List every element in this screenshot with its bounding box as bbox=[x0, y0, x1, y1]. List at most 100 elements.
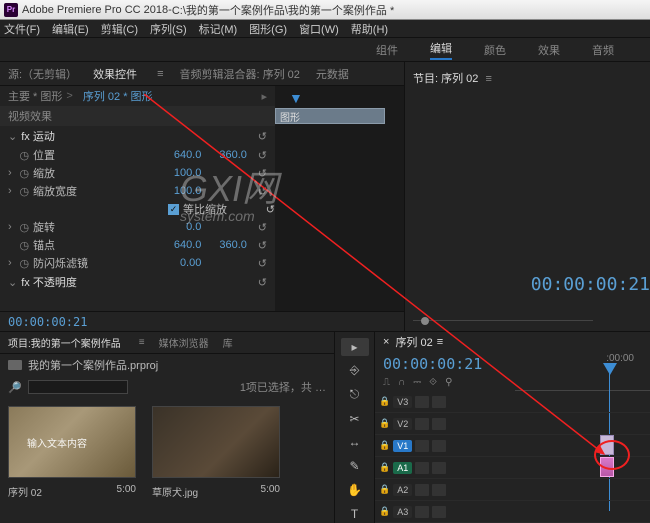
sync-icon[interactable] bbox=[432, 440, 446, 452]
track-a3[interactable]: A3 bbox=[393, 506, 412, 518]
track-v3[interactable]: V3 bbox=[393, 396, 412, 408]
solo-icon[interactable] bbox=[432, 462, 446, 474]
lock-icon[interactable]: 🔒 bbox=[379, 418, 390, 429]
position-y[interactable]: 360.0 bbox=[219, 149, 257, 161]
tab-effect-controls[interactable]: 效果控件 bbox=[93, 66, 137, 82]
twirl-icon[interactable]: › bbox=[8, 167, 20, 179]
tab-program[interactable]: 节目: 序列 02 bbox=[413, 73, 478, 85]
tab-media-browser[interactable]: 媒体浏览器 bbox=[159, 335, 209, 350]
stopwatch-icon[interactable]: ◷ bbox=[20, 149, 33, 162]
track-a2[interactable]: A2 bbox=[393, 484, 412, 496]
rotation-v[interactable]: 0.0 bbox=[163, 221, 201, 233]
audio-clip[interactable] bbox=[600, 457, 614, 477]
fx-seq-link[interactable]: 序列 02 * 图形 bbox=[83, 88, 153, 104]
panel-menu-icon[interactable]: ≡ bbox=[437, 336, 443, 348]
track-v2[interactable]: V2 bbox=[393, 418, 412, 430]
track-a1[interactable]: A1 bbox=[393, 462, 412, 474]
mute-icon[interactable] bbox=[415, 506, 429, 518]
search-input[interactable] bbox=[28, 380, 128, 394]
lock-icon[interactable]: 🔒 bbox=[379, 440, 390, 451]
menu-edit[interactable]: 编辑(E) bbox=[52, 21, 89, 37]
twirl-icon[interactable]: ⌄ bbox=[8, 276, 17, 289]
out-point-icon[interactable] bbox=[421, 317, 429, 325]
track-v1[interactable]: V1 bbox=[393, 440, 412, 452]
eye-icon[interactable] bbox=[415, 418, 429, 430]
solo-icon[interactable] bbox=[432, 484, 446, 496]
mini-clip[interactable]: 图形 bbox=[275, 108, 385, 124]
search-icon[interactable]: 🔎 bbox=[8, 381, 22, 394]
sync-icon[interactable] bbox=[432, 418, 446, 430]
sync-icon[interactable] bbox=[432, 396, 446, 408]
panel-menu-icon[interactable]: ≡ bbox=[485, 73, 491, 85]
thumb-sequence[interactable]: 输入文本内容 序列 025:00 bbox=[8, 406, 136, 499]
hand-tool[interactable]: ✋ bbox=[341, 481, 369, 499]
reset-icon[interactable]: ↺ bbox=[258, 276, 267, 289]
slip-tool[interactable]: ↔ bbox=[341, 434, 369, 452]
program-timecode[interactable]: 00:00:00:21 bbox=[531, 274, 650, 295]
tab-sequence[interactable]: 序列 02 bbox=[395, 334, 432, 350]
tab-source[interactable]: 源:（无剪辑） bbox=[8, 66, 77, 82]
lock-icon[interactable]: 🔒 bbox=[379, 506, 390, 517]
video-clip[interactable] bbox=[600, 435, 614, 455]
type-tool[interactable]: T bbox=[341, 505, 369, 523]
effect-timeline[interactable]: ▼ 图形 bbox=[275, 86, 404, 311]
tab-project[interactable]: 项目:我的第一个案例作品 bbox=[8, 335, 121, 350]
menu-help[interactable]: 帮助(H) bbox=[351, 21, 388, 37]
timecode-left[interactable]: 00:00:00:21 bbox=[8, 315, 87, 329]
playhead-icon[interactable]: ▼ bbox=[289, 90, 303, 106]
stopwatch-icon[interactable]: ◷ bbox=[20, 257, 33, 270]
menu-sequence[interactable]: 序列(S) bbox=[150, 21, 187, 37]
motion-effect[interactable]: fx 运动 bbox=[21, 128, 55, 144]
stopwatch-icon[interactable]: ◷ bbox=[20, 221, 33, 234]
menu-markers[interactable]: 标记(M) bbox=[199, 21, 238, 37]
menu-file[interactable]: 文件(F) bbox=[4, 21, 40, 37]
timeline-tracks[interactable] bbox=[515, 391, 650, 523]
tab-libraries[interactable]: 库 bbox=[223, 335, 233, 350]
anchor-x[interactable]: 640.0 bbox=[163, 239, 201, 251]
ripple-edit-tool[interactable]: ⎋ bbox=[341, 386, 369, 404]
pen-tool[interactable]: ✎ bbox=[341, 457, 369, 475]
panel-menu-icon[interactable]: ≡ bbox=[157, 68, 163, 80]
mute-icon[interactable] bbox=[415, 462, 429, 474]
menu-graphics[interactable]: 图形(G) bbox=[249, 21, 287, 37]
ws-editing[interactable]: 编辑 bbox=[430, 40, 452, 60]
timeline-ruler[interactable]: :00:00 bbox=[515, 351, 650, 391]
timeline-timecode[interactable]: 00:00:00:21 bbox=[383, 355, 507, 373]
reset-icon[interactable]: ↺ bbox=[258, 167, 267, 180]
ws-effects[interactable]: 效果 bbox=[538, 42, 560, 58]
tab-audio-mixer[interactable]: 音频剪辑混合器: 序列 02 bbox=[179, 66, 299, 82]
twirl-icon[interactable]: ⌄ bbox=[8, 130, 17, 143]
antiflicker-v[interactable]: 0.00 bbox=[163, 257, 201, 269]
opacity-effect[interactable]: fx 不透明度 bbox=[21, 274, 77, 290]
anchor-y[interactable]: 360.0 bbox=[219, 239, 257, 251]
reset-icon[interactable]: ↺ bbox=[266, 203, 275, 216]
menu-window[interactable]: 窗口(W) bbox=[299, 21, 339, 37]
panel-menu-icon[interactable]: ≡ bbox=[139, 337, 145, 348]
selection-tool[interactable]: ▸ bbox=[341, 338, 369, 356]
chevron-icon[interactable]: ▸ bbox=[261, 90, 267, 103]
reset-icon[interactable]: ↺ bbox=[258, 239, 267, 252]
menu-clip[interactable]: 剪辑(C) bbox=[101, 21, 138, 37]
reset-icon[interactable]: ↺ bbox=[258, 221, 267, 234]
stopwatch-icon[interactable]: ◷ bbox=[20, 167, 33, 180]
eye-icon[interactable] bbox=[415, 396, 429, 408]
ws-assembly[interactable]: 组件 bbox=[376, 42, 398, 58]
reset-icon[interactable]: ↺ bbox=[258, 149, 267, 162]
track-select-tool[interactable]: ⎆ bbox=[341, 362, 369, 380]
timeline-options[interactable]: ⎍∩⎓⟐⚲ bbox=[383, 377, 507, 388]
solo-icon[interactable] bbox=[432, 506, 446, 518]
scale-v[interactable]: 100.0 bbox=[163, 167, 201, 179]
lock-icon[interactable]: 🔒 bbox=[379, 396, 390, 407]
thumb-image[interactable]: 草原犬.jpg5:00 bbox=[152, 406, 280, 499]
position-x[interactable]: 640.0 bbox=[163, 149, 201, 161]
reset-icon[interactable]: ↺ bbox=[258, 130, 267, 143]
ws-audio[interactable]: 音频 bbox=[592, 42, 614, 58]
reset-icon[interactable]: ↺ bbox=[258, 257, 267, 270]
eye-icon[interactable] bbox=[415, 440, 429, 452]
tab-metadata[interactable]: 元数据 bbox=[316, 66, 349, 82]
razor-tool[interactable]: ✂ bbox=[341, 410, 369, 428]
ws-color[interactable]: 颜色 bbox=[484, 42, 506, 58]
uniform-scale-checkbox[interactable]: ✓ bbox=[168, 204, 179, 215]
stopwatch-icon[interactable]: ◷ bbox=[20, 239, 33, 252]
playhead-icon[interactable] bbox=[603, 363, 617, 375]
